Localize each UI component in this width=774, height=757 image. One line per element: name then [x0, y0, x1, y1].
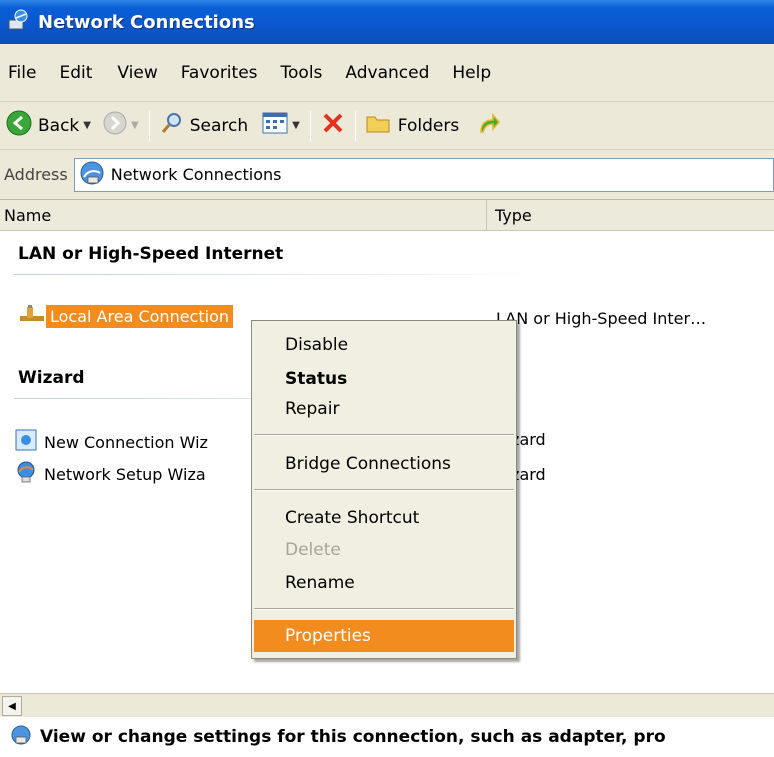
network-globe-icon: [79, 160, 105, 190]
menu-item-delete: Delete: [285, 540, 341, 560]
item-label: New Connection Wiz: [44, 432, 208, 452]
info-icon: [10, 724, 32, 751]
item-label: Local Area Connection: [46, 304, 233, 328]
menu-advanced[interactable]: Advanced: [345, 63, 429, 83]
up-folder-icon: [477, 110, 501, 141]
status-bar: View or change settings for this connect…: [0, 717, 774, 757]
list-item-local-area-connection[interactable]: Local Area Connection: [18, 304, 233, 328]
status-text: View or change settings for this connect…: [40, 727, 666, 747]
title-bar: Network Connections: [0, 0, 774, 44]
up-folder-button[interactable]: [477, 110, 501, 141]
views-dropdown-icon[interactable]: ▼: [292, 120, 300, 131]
menu-item-disable[interactable]: Disable: [252, 329, 516, 361]
folder-icon: [366, 112, 390, 139]
context-menu: Disable Status Repair Bridge Connections…: [251, 320, 517, 659]
network-connections-icon: [6, 8, 30, 37]
window-title: Network Connections: [38, 11, 255, 33]
menu-item-create-shortcut[interactable]: Create Shortcut: [252, 502, 516, 534]
network-setup-wizard-icon: [14, 460, 38, 488]
menu-item-rename[interactable]: Rename: [252, 567, 516, 599]
folders-button[interactable]: Folders: [366, 112, 459, 139]
menu-bar: File Edit View Favorites Tools Advanced …: [0, 44, 774, 102]
new-connection-wizard-icon: [14, 428, 38, 456]
menu-tools[interactable]: Tools: [281, 63, 323, 83]
column-header: Name Type: [0, 200, 774, 231]
search-button[interactable]: Search: [160, 111, 248, 140]
network-cable-icon: [18, 304, 46, 328]
menu-file[interactable]: File: [8, 63, 36, 83]
toolbar-separator: [309, 110, 311, 141]
search-label: Search: [189, 115, 249, 136]
group-header-lan: LAN or High-Speed Internet: [18, 244, 284, 264]
back-button[interactable]: Back ▼: [6, 110, 91, 141]
back-label: Back: [38, 115, 80, 136]
forward-dropdown-icon[interactable]: ▼: [131, 120, 139, 131]
back-dropdown-icon[interactable]: ▼: [83, 120, 91, 131]
address-bar: Address Network Connections: [0, 150, 774, 200]
group-divider: [14, 274, 554, 275]
forward-arrow-icon: [103, 111, 127, 140]
menu-separator: [254, 608, 514, 610]
menu-edit[interactable]: Edit: [59, 63, 92, 83]
views-icon: [262, 112, 288, 139]
toolbar-separator: [354, 110, 356, 141]
menu-help[interactable]: Help: [452, 63, 491, 83]
address-value: Network Connections: [110, 165, 282, 184]
menu-item-bridge-connections[interactable]: Bridge Connections: [252, 448, 516, 480]
item-label: Network Setup Wiza: [44, 464, 206, 484]
group-header-wizard: Wizard: [18, 368, 85, 388]
name-column-header[interactable]: Name: [0, 200, 487, 230]
toolbar: Back ▼ ▼ Search ▼ Folders: [0, 102, 774, 150]
address-field[interactable]: Network Connections: [73, 157, 774, 192]
address-label: Address: [4, 165, 68, 184]
delete-x-icon: [321, 111, 345, 140]
forward-button[interactable]: ▼: [103, 111, 139, 140]
horizontal-scrollbar[interactable]: ◀: [0, 693, 774, 717]
menu-separator: [254, 489, 514, 491]
item-type: LAN or High-Speed Inter…: [496, 309, 707, 328]
toolbar-separator: [148, 110, 150, 141]
search-icon: [160, 111, 184, 140]
type-column-header[interactable]: Type: [487, 200, 774, 230]
back-arrow-icon: [6, 110, 32, 141]
list-item-network-setup-wizard[interactable]: Network Setup Wiza: [14, 460, 206, 488]
menu-item-status[interactable]: Status: [252, 363, 516, 395]
folders-label: Folders: [397, 115, 460, 136]
menu-separator: [254, 434, 514, 436]
menu-favorites[interactable]: Favorites: [181, 63, 258, 83]
delete-button[interactable]: [321, 111, 345, 140]
menu-view[interactable]: View: [117, 63, 157, 83]
views-button[interactable]: ▼: [262, 112, 300, 139]
menu-item-properties[interactable]: Properties: [254, 620, 514, 652]
menu-item-repair[interactable]: Repair: [252, 393, 516, 425]
scroll-left-button[interactable]: ◀: [2, 696, 22, 716]
list-item-new-connection-wizard[interactable]: New Connection Wiz: [14, 428, 208, 456]
